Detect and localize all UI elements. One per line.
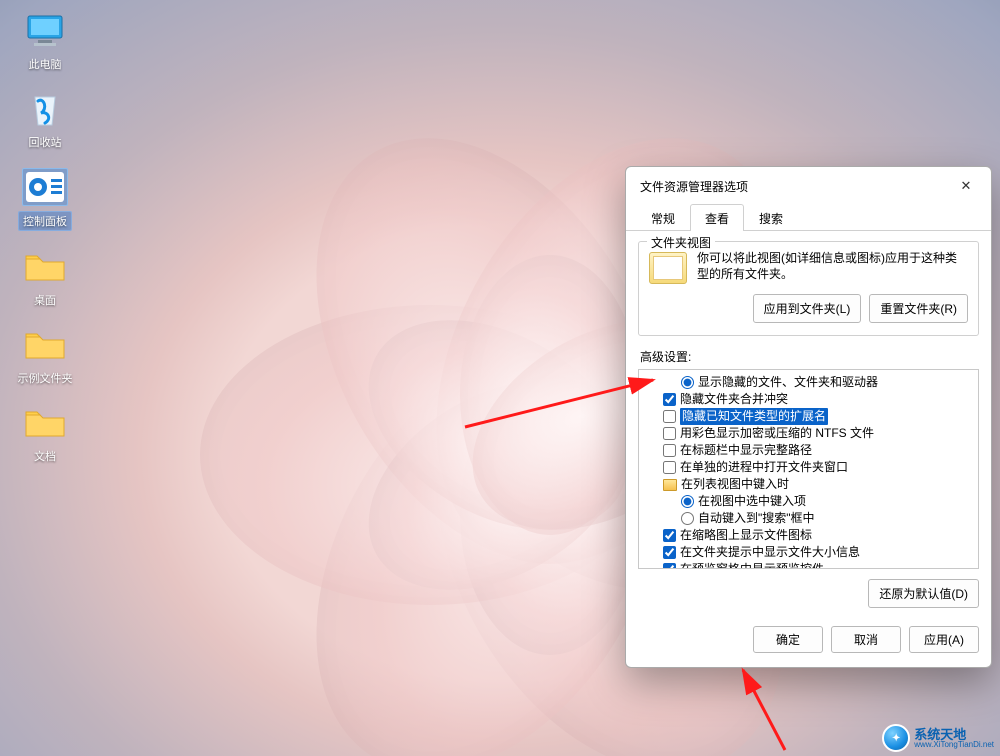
button-label: 应用(A)	[924, 633, 964, 647]
tree-item[interactable]: 在单独的进程中打开文件夹窗口	[645, 459, 974, 476]
checkbox-preview-handlers[interactable]	[663, 563, 676, 569]
checkbox-full-path-title[interactable]	[663, 444, 676, 457]
globe-icon: ✦	[882, 724, 910, 752]
tree-label: 在视图中选中键入项	[698, 493, 806, 510]
radio-auto-search[interactable]	[681, 512, 694, 525]
tree-item[interactable]: 自动键入到"搜索"框中	[645, 510, 974, 527]
tree-item[interactable]: 在标题栏中显示完整路径	[645, 442, 974, 459]
checkbox-ntfs-color[interactable]	[663, 427, 676, 440]
folder-view-description: 你可以将此视图(如详细信息或图标)应用于这种类型的所有文件夹。	[697, 250, 968, 282]
tree-item-hide-extensions[interactable]: 隐藏已知文件类型的扩展名	[645, 408, 974, 425]
group-legend: 文件夹视图	[647, 234, 715, 251]
close-button[interactable]: ✕	[951, 175, 981, 197]
tab-label: 查看	[705, 212, 729, 226]
control-panel-icon	[22, 168, 68, 206]
checkbox-tip-size[interactable]	[663, 546, 676, 559]
tree-label: 在文件夹提示中显示文件大小信息	[680, 544, 860, 561]
close-icon: ✕	[961, 178, 972, 194]
desktop-icon-documents-folder[interactable]: 文档	[10, 404, 80, 464]
apply-to-folders-button[interactable]: 应用到文件夹(L)	[753, 294, 862, 323]
icon-label: 示例文件夹	[18, 373, 73, 385]
radio-show-hidden[interactable]	[681, 376, 694, 389]
icon-label: 文档	[34, 451, 56, 463]
dialog-title: 文件资源管理器选项	[640, 178, 748, 195]
tab-view[interactable]: 查看	[690, 204, 744, 231]
dialog-footer: 确定 取消 应用(A)	[626, 620, 991, 667]
tree-item[interactable]: 在视图中选中键入项	[645, 493, 974, 510]
icon-label: 此电脑	[29, 59, 62, 71]
tree-label: 在缩略图上显示文件图标	[680, 527, 812, 544]
apply-button[interactable]: 应用(A)	[909, 626, 979, 653]
icon-label: 回收站	[29, 137, 62, 149]
watermark-logo: ✦ 系统天地 www.XiTongTianDi.net	[882, 724, 994, 752]
tree-label: 在单独的进程中打开文件夹窗口	[680, 459, 848, 476]
checkbox-separate-process[interactable]	[663, 461, 676, 474]
desktop-icon-recycle-bin[interactable]: 回收站	[10, 90, 80, 150]
icon-label: 桌面	[34, 295, 56, 307]
checkbox-merge-conflict[interactable]	[663, 393, 676, 406]
reset-folders-button[interactable]: 重置文件夹(R)	[869, 294, 968, 323]
tree-item[interactable]: 在预览窗格中显示预览控件	[645, 561, 974, 569]
tree-item[interactable]: 在文件夹提示中显示文件大小信息	[645, 544, 974, 561]
desktop: 此电脑 回收站 控制面板 桌面 示例文件夹	[0, 0, 1000, 756]
desktop-icon-control-panel[interactable]: 控制面板	[10, 168, 80, 230]
watermark-text-cn: 系统天地	[914, 728, 994, 741]
desktop-icon-this-pc[interactable]: 此电脑	[10, 12, 80, 72]
advanced-settings-tree[interactable]: 显示隐藏的文件、文件夹和驱动器 隐藏文件夹合并冲突 隐藏已知文件类型的扩展名 用…	[638, 369, 979, 569]
checkbox-hide-extensions[interactable]	[663, 410, 676, 423]
tree-item[interactable]: 在缩略图上显示文件图标	[645, 527, 974, 544]
tree-label: 隐藏已知文件类型的扩展名	[680, 408, 828, 425]
button-label: 还原为默认值(D)	[879, 587, 968, 601]
folder-icon	[22, 326, 68, 364]
button-label: 重置文件夹(R)	[880, 302, 957, 316]
desktop-icon-desktop-folder[interactable]: 桌面	[10, 248, 80, 308]
checkbox-thumb-icon[interactable]	[663, 529, 676, 542]
annotation-arrow-to-ok	[735, 665, 795, 756]
button-label: 应用到文件夹(L)	[764, 302, 851, 316]
tree-item[interactable]: 显示隐藏的文件、文件夹和驱动器	[645, 374, 974, 391]
tree-label: 在预览窗格中显示预览控件	[680, 561, 824, 569]
tab-strip: 常规 查看 搜索	[626, 203, 991, 231]
titlebar[interactable]: 文件资源管理器选项 ✕	[626, 167, 991, 203]
folder-icon	[663, 479, 677, 491]
radio-select-typed[interactable]	[681, 495, 694, 508]
icon-label: 控制面板	[19, 212, 71, 230]
advanced-settings-label: 高级设置:	[640, 348, 979, 365]
tree-item-group[interactable]: 在列表视图中键入时	[645, 476, 974, 493]
monitor-icon	[22, 12, 68, 50]
tree-label: 在列表视图中键入时	[681, 476, 789, 493]
tree-item[interactable]: 用彩色显示加密或压缩的 NTFS 文件	[645, 425, 974, 442]
desktop-icon-example-folder[interactable]: 示例文件夹	[10, 326, 80, 386]
tree-item[interactable]: 隐藏文件夹合并冲突	[645, 391, 974, 408]
tree-label: 自动键入到"搜索"框中	[698, 510, 815, 527]
folder-icon	[22, 248, 68, 286]
recycle-bin-icon	[22, 90, 68, 128]
folder-options-dialog: 文件资源管理器选项 ✕ 常规 查看 搜索 文件夹视图 你可以将此视图(如详细信息…	[625, 166, 992, 668]
tree-label: 隐藏文件夹合并冲突	[680, 391, 788, 408]
button-label: 取消	[854, 633, 878, 647]
restore-defaults-button[interactable]: 还原为默认值(D)	[868, 579, 979, 608]
tab-label: 搜索	[759, 212, 783, 226]
desktop-icons-column: 此电脑 回收站 控制面板 桌面 示例文件夹	[10, 12, 80, 482]
watermark-text-en: www.XiTongTianDi.net	[914, 741, 994, 749]
tree-label: 在标题栏中显示完整路径	[680, 442, 812, 459]
button-label: 确定	[776, 633, 800, 647]
tab-label: 常规	[651, 212, 675, 226]
dialog-body: 文件夹视图 你可以将此视图(如详细信息或图标)应用于这种类型的所有文件夹。 应用…	[626, 231, 991, 620]
cancel-button[interactable]: 取消	[831, 626, 901, 653]
tab-general[interactable]: 常规	[636, 204, 690, 231]
folder-view-group: 文件夹视图 你可以将此视图(如详细信息或图标)应用于这种类型的所有文件夹。 应用…	[638, 241, 979, 336]
folder-icon	[22, 404, 68, 442]
folder-view-icon	[649, 252, 687, 284]
tree-label: 显示隐藏的文件、文件夹和驱动器	[698, 374, 878, 391]
tree-label: 用彩色显示加密或压缩的 NTFS 文件	[680, 425, 874, 442]
ok-button[interactable]: 确定	[753, 626, 823, 653]
tab-search[interactable]: 搜索	[744, 204, 798, 231]
